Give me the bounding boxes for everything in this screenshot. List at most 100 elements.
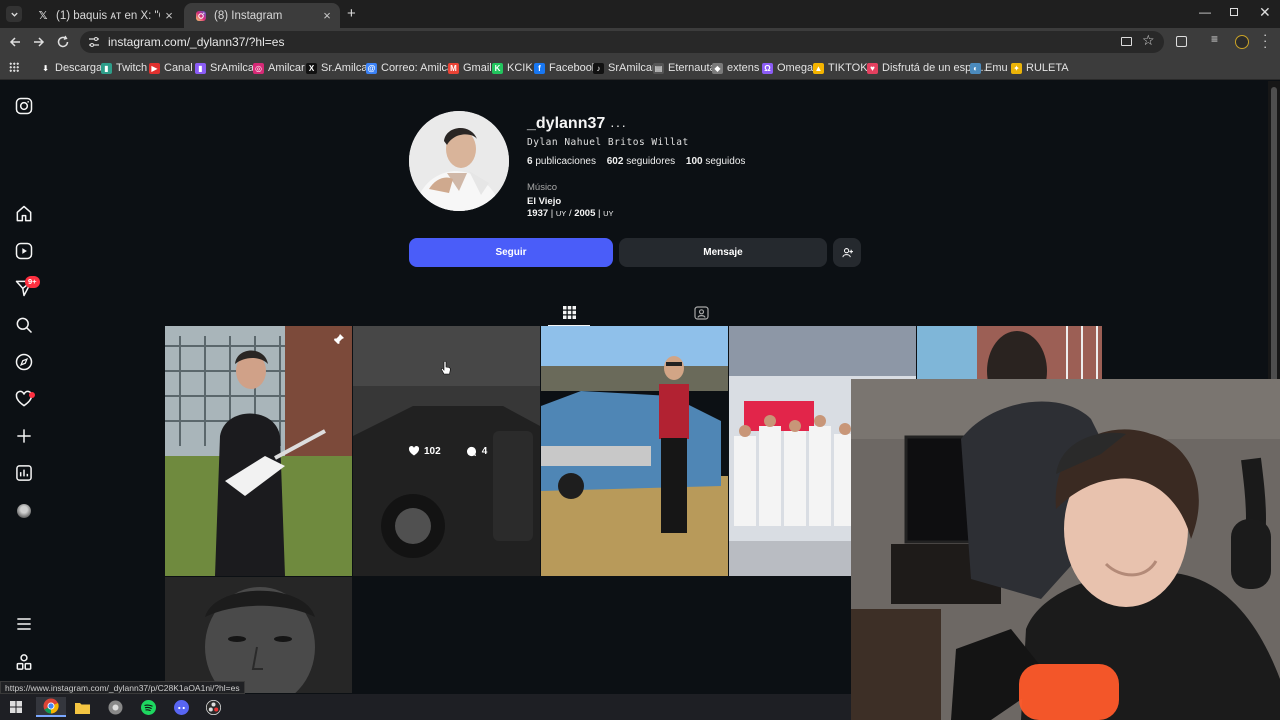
profile-avatar-nav[interactable]: [17, 504, 31, 518]
bookmark-label: Descargas: [55, 62, 108, 74]
minimize-button[interactable]: —: [1199, 5, 1211, 19]
taskbar-chrome[interactable]: [36, 697, 66, 717]
download-icon: ⬇: [40, 62, 51, 74]
bookmark-label: Facebook: [549, 62, 598, 74]
bookmark-label: Emu: [985, 62, 1008, 74]
post-thumbnail[interactable]: [541, 326, 728, 576]
bookmark-item[interactable]: ⬇ Descargas: [40, 60, 108, 76]
mail-icon: @: [366, 62, 377, 74]
tab-search-button[interactable]: [6, 6, 22, 22]
tab-tagged[interactable]: [680, 299, 722, 326]
profile-avatar-icon[interactable]: [1235, 35, 1249, 49]
tab-label: (8) Instagram: [214, 9, 283, 22]
notification-dot: [29, 392, 35, 398]
taskbar-file-explorer[interactable]: [69, 697, 95, 717]
bookmark-label: Amilcar: [268, 62, 305, 74]
bookmark-label: KCIK: [507, 62, 533, 74]
heart-filled-icon: [408, 446, 420, 456]
bookmark-item[interactable]: ♥ Disfrutá de un espa...: [867, 60, 987, 76]
bookmark-item[interactable]: K KCIK: [492, 60, 533, 76]
followers-stat[interactable]: 602 seguidores: [607, 156, 675, 167]
bookmark-item[interactable]: ◆ extens: [712, 60, 759, 76]
instagram-logo-icon[interactable]: [14, 96, 34, 116]
close-icon[interactable]: ×: [318, 8, 336, 23]
dashboard-icon[interactable]: [14, 463, 34, 483]
bookmark-item[interactable]: ▲ TIKTOKS: [813, 60, 875, 76]
post-thumbnail[interactable]: 102 4: [353, 326, 540, 576]
taskbar-spotify[interactable]: [135, 697, 161, 717]
tab-label: (1) baquis ᴀᴛ en X: "Qué será de: [56, 9, 160, 22]
window-close-button[interactable]: ✕: [1259, 4, 1271, 21]
post-thumbnail[interactable]: [165, 577, 352, 693]
bookmark-item[interactable]: ◐ Emu: [970, 60, 1008, 76]
follow-button[interactable]: Seguir: [409, 238, 613, 267]
reels-icon[interactable]: [14, 241, 34, 261]
bookmark-label: Omega: [777, 62, 814, 74]
options-more-icon[interactable]: ···: [610, 117, 627, 133]
message-button[interactable]: Mensaje: [619, 238, 827, 267]
facebook-icon: f: [534, 62, 545, 74]
site-settings-icon[interactable]: [88, 36, 100, 48]
bookmark-item[interactable]: ✦ RULETA: [1011, 60, 1069, 76]
menu-hamburger-icon[interactable]: [14, 614, 34, 634]
home-icon[interactable]: [14, 204, 34, 224]
cursor-pointer-icon: [441, 361, 451, 375]
apps-grid-icon[interactable]: [9, 62, 19, 72]
post-thumbnail[interactable]: [165, 326, 352, 576]
start-button[interactable]: [3, 697, 29, 717]
reload-icon[interactable]: [56, 35, 70, 49]
instagram-icon: ◎: [253, 62, 264, 74]
media-control-icon[interactable]: ≡: [1211, 32, 1218, 46]
bookmark-item[interactable]: ▮ SrAmilcar: [195, 60, 258, 76]
extensions-icon[interactable]: [1176, 36, 1187, 47]
browser-tab-instagram[interactable]: (8) Instagram ×: [184, 3, 340, 28]
close-icon[interactable]: ×: [160, 8, 178, 23]
omega-icon: Ω: [762, 62, 773, 74]
tab-posts[interactable]: [548, 299, 590, 326]
bookmark-item[interactable]: f Facebook: [534, 60, 597, 76]
cast-icon[interactable]: [1121, 37, 1132, 46]
taskbar-discord[interactable]: [168, 697, 194, 717]
bookmark-item[interactable]: ▮ Twitch: [101, 60, 147, 76]
instagram-icon: [194, 9, 208, 23]
bookmark-label: SrAmilcar: [608, 62, 656, 74]
bookmark-item[interactable]: X Sr.Amilcar: [306, 60, 371, 76]
tab-strip: 𝕏 (1) baquis ᴀᴛ en X: "Qué será de × (8)…: [0, 0, 1280, 28]
gmail-icon: M: [448, 62, 459, 74]
explore-compass-icon[interactable]: [14, 352, 34, 372]
youtube-icon: ▶: [149, 62, 160, 74]
url-field[interactable]: instagram.com/_dylann37/?hl=es: [80, 31, 1164, 53]
suggested-users-button[interactable]: [833, 238, 861, 267]
following-stat[interactable]: 100 seguidos: [686, 156, 746, 167]
x-logo-icon: X: [306, 62, 317, 74]
obs-icon: [205, 699, 221, 715]
bookmark-item[interactable]: ♪ SrAmilcar: [593, 60, 656, 76]
bookmark-star-icon[interactable]: ☆: [1142, 32, 1155, 49]
new-tab-button[interactable]: +: [347, 5, 356, 22]
taskbar-obs[interactable]: [200, 697, 226, 717]
grid-icon: [563, 306, 576, 319]
create-plus-icon[interactable]: [14, 426, 34, 446]
restore-button[interactable]: [1230, 8, 1238, 16]
bookmark-item[interactable]: M Gmail: [448, 60, 492, 76]
profile-picture[interactable]: [409, 111, 509, 211]
folder-icon: [74, 702, 90, 714]
back-icon[interactable]: [8, 35, 22, 49]
bookmark-item[interactable]: ▶ Canal: [149, 60, 193, 76]
threads-apps-icon[interactable]: [14, 652, 34, 672]
twitch-icon: ▮: [101, 62, 112, 74]
search-icon[interactable]: [14, 315, 34, 335]
bookmark-item[interactable]: Ω Omega: [762, 60, 813, 76]
spotify-icon: [140, 699, 156, 715]
browser-tab-x[interactable]: 𝕏 (1) baquis ᴀᴛ en X: "Qué será de ×: [26, 3, 182, 28]
bookmark-label: Correo: Amilcar: [381, 62, 457, 74]
forward-icon[interactable]: [32, 35, 46, 49]
bookmark-item[interactable]: @ Correo: Amilcar: [366, 60, 457, 76]
windows-logo-icon: [10, 701, 22, 713]
profile-stats: 6 publicaciones 602 seguidores 100 segui…: [527, 156, 745, 167]
bookmark-label: SrAmilcar: [210, 62, 258, 74]
bookmark-item[interactable]: ◎ Amilcar: [253, 60, 305, 76]
bookmark-item[interactable]: ▤ Eternauta: [653, 60, 716, 76]
taskbar-app[interactable]: [102, 697, 128, 717]
menu-kebab-icon[interactable]: · · ·: [1263, 28, 1267, 53]
